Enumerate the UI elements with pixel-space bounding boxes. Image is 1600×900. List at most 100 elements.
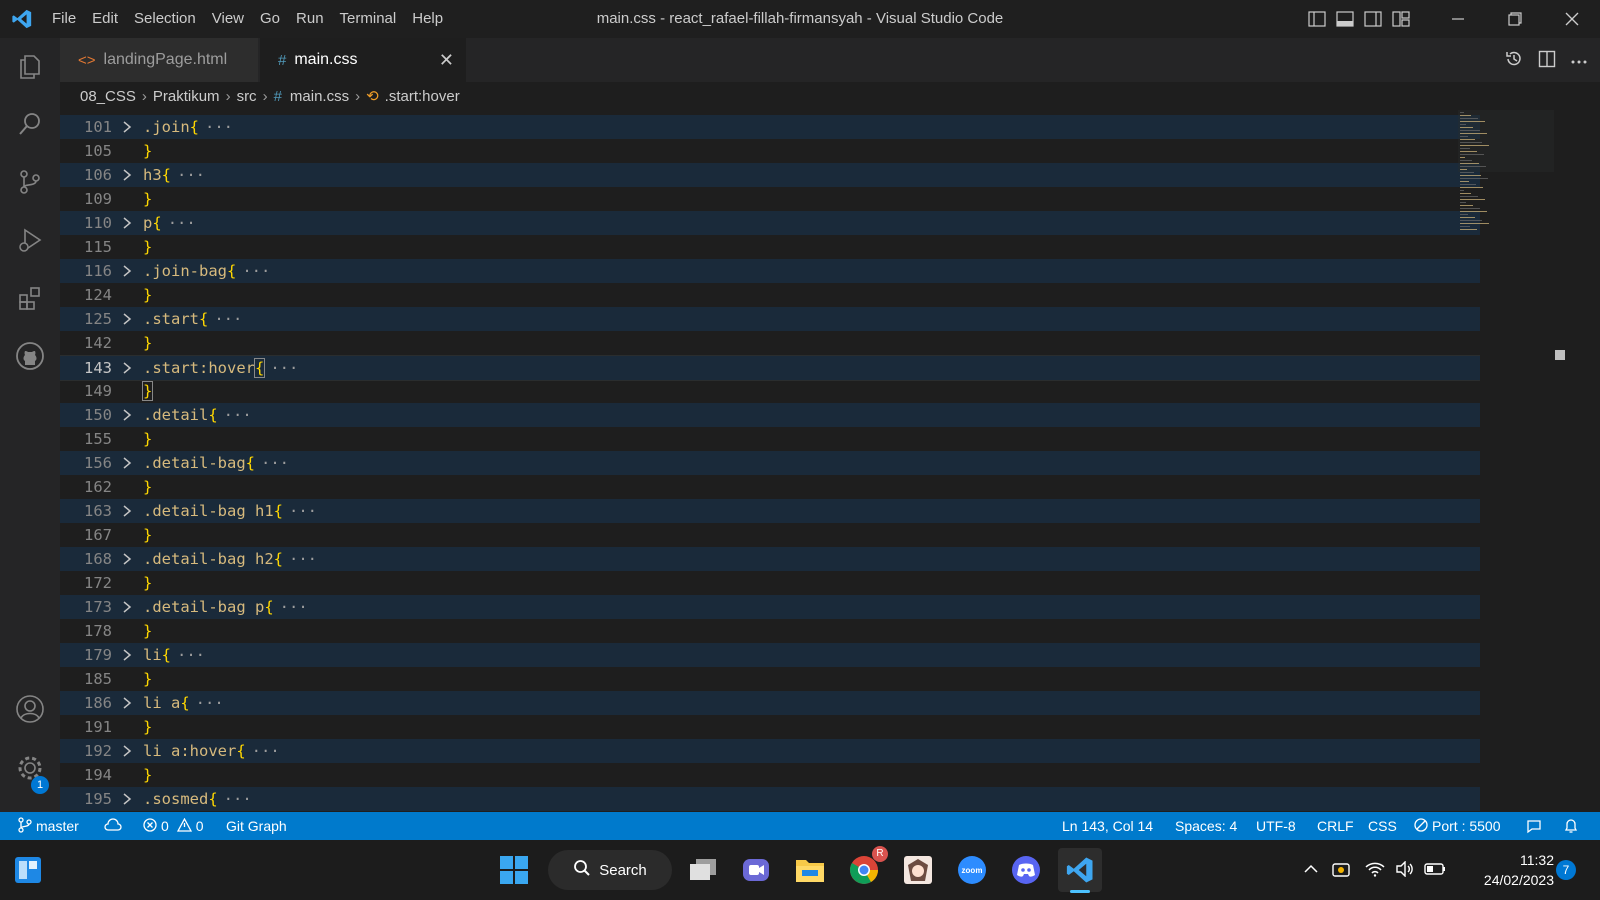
fold-chevron-right-icon[interactable]	[122, 547, 136, 571]
fold-chevron-right-icon[interactable]	[122, 115, 136, 139]
folded-code-line[interactable]: 106 h3{···	[60, 163, 1480, 187]
code-line[interactable]: 191}	[60, 715, 1480, 739]
fold-chevron-right-icon[interactable]	[122, 307, 136, 331]
folded-ellipsis[interactable]: ···	[224, 406, 252, 424]
folded-ellipsis[interactable]: ···	[196, 694, 224, 712]
code-line[interactable]: 194}	[60, 763, 1480, 787]
fold-chevron-right-icon[interactable]	[122, 163, 136, 187]
discord-icon[interactable]	[1004, 848, 1048, 892]
folded-code-line[interactable]: 179 li{···	[60, 643, 1480, 667]
fold-chevron-right-icon[interactable]	[122, 691, 136, 715]
open-changes-history-icon[interactable]	[1504, 49, 1524, 72]
folded-ellipsis[interactable]: ···	[177, 646, 205, 664]
folded-ellipsis[interactable]: ···	[270, 359, 298, 377]
chrome-icon[interactable]: R	[842, 846, 888, 892]
code-editor[interactable]: 101 .join{··· 105} 106 h3{··· 109} 110 p{··· 115…	[60, 110, 1600, 812]
folded-ellipsis[interactable]: ···	[242, 262, 270, 280]
git-graph-button[interactable]: Git Graph	[226, 812, 287, 840]
volume-icon[interactable]	[1394, 858, 1416, 880]
cursor-position[interactable]: Ln 143, Col 14	[1062, 812, 1153, 840]
folded-code-line[interactable]: 101 .join{···	[60, 115, 1480, 139]
code-line[interactable]: 155}	[60, 427, 1480, 451]
fold-chevron-right-icon[interactable]	[122, 211, 136, 235]
folded-ellipsis[interactable]: ···	[205, 118, 233, 136]
battery-icon[interactable]	[1424, 858, 1446, 880]
folded-code-line[interactable]: 125 .start{···	[60, 307, 1480, 331]
menu-run[interactable]: Run	[288, 0, 332, 38]
tab-main-css[interactable]: # main.css ✕	[260, 38, 466, 82]
more-actions-icon[interactable]	[1570, 52, 1588, 68]
folded-ellipsis[interactable]: ···	[224, 790, 252, 808]
fold-chevron-right-icon[interactable]	[122, 356, 136, 380]
run-debug-icon[interactable]	[0, 212, 60, 268]
restore-icon[interactable]	[1486, 0, 1543, 38]
sync-button[interactable]	[104, 812, 122, 840]
menu-file[interactable]: File	[44, 0, 84, 38]
folded-code-line[interactable]: 168 .detail-bag h2{···	[60, 547, 1480, 571]
code-line[interactable]: 115}	[60, 235, 1480, 259]
github-icon[interactable]	[0, 328, 60, 384]
folded-ellipsis[interactable]: ···	[289, 502, 317, 520]
manage-gear-icon[interactable]: 1	[0, 740, 60, 796]
menu-help[interactable]: Help	[404, 0, 451, 38]
teams-chat-icon[interactable]	[734, 848, 778, 892]
code-line[interactable]: 172}	[60, 571, 1480, 595]
folded-code-line[interactable]: 163 .detail-bag h1{···	[60, 499, 1480, 523]
wifi-icon[interactable]	[1364, 858, 1386, 880]
widgets-icon[interactable]	[6, 848, 50, 892]
folded-code-line[interactable]: 116 .join-bag{···	[60, 259, 1480, 283]
close-icon[interactable]	[1543, 0, 1600, 38]
code-line[interactable]: 178}	[60, 619, 1480, 643]
system-clock[interactable]: 11:32 24/02/2023	[1466, 850, 1554, 890]
menu-selection[interactable]: Selection	[126, 0, 204, 38]
code-line[interactable]: 167}	[60, 523, 1480, 547]
explorer-icon[interactable]	[0, 38, 60, 94]
folded-code-line[interactable]: 173 .detail-bag p{···	[60, 595, 1480, 619]
file-explorer-icon[interactable]	[788, 848, 832, 892]
code-line[interactable]: 149}	[60, 379, 1480, 403]
breadcrumb-folder-08-css[interactable]: 08_CSS	[80, 88, 136, 105]
folded-code-line[interactable]: 143 .start:hover{···	[60, 355, 1480, 381]
folded-ellipsis[interactable]: ···	[177, 166, 205, 184]
zoom-icon[interactable]: zoom	[950, 848, 994, 892]
folded-code-line[interactable]: 186 li a{···	[60, 691, 1480, 715]
accounts-icon[interactable]	[0, 681, 60, 737]
tab-landing-page-html[interactable]: <> landingPage.html	[60, 38, 258, 82]
code-line[interactable]: 162}	[60, 475, 1480, 499]
minimize-icon[interactable]	[1429, 0, 1486, 38]
fold-chevron-right-icon[interactable]	[122, 643, 136, 667]
customize-layout-icon[interactable]	[1387, 0, 1415, 38]
toggle-secondary-sidebar-icon[interactable]	[1359, 0, 1387, 38]
notifications-bell-icon[interactable]	[1564, 812, 1578, 840]
menu-view[interactable]: View	[204, 0, 252, 38]
taskbar-search-button[interactable]: Search	[548, 850, 672, 890]
folded-code-line[interactable]: 156 .detail-bag{···	[60, 451, 1480, 475]
menu-terminal[interactable]: Terminal	[332, 0, 405, 38]
indentation-button[interactable]: Spaces: 4	[1175, 812, 1237, 840]
problems-button[interactable]: 0 0	[143, 812, 204, 840]
notification-center-badge[interactable]: 7	[1556, 860, 1576, 880]
split-editor-icon[interactable]	[1538, 50, 1556, 71]
tab-close-icon[interactable]: ✕	[439, 50, 454, 71]
tray-app-icon[interactable]	[1330, 858, 1352, 880]
vertical-scrollbar[interactable]	[1554, 110, 1568, 812]
fold-chevron-right-icon[interactable]	[122, 451, 136, 475]
toggle-primary-sidebar-icon[interactable]	[1303, 0, 1331, 38]
fold-chevron-right-icon[interactable]	[122, 403, 136, 427]
anime-app-icon[interactable]	[896, 848, 940, 892]
folded-ellipsis[interactable]: ···	[252, 742, 280, 760]
live-server-button[interactable]: Port : 5500	[1414, 812, 1501, 840]
language-mode-button[interactable]: CSS	[1368, 812, 1397, 840]
show-hidden-icons-icon[interactable]	[1300, 858, 1322, 880]
folded-ellipsis[interactable]: ···	[214, 310, 242, 328]
toggle-panel-icon[interactable]	[1331, 0, 1359, 38]
breadcrumb-symbol-start-hover[interactable]: .start:hover	[385, 88, 460, 105]
code-line[interactable]: 109}	[60, 187, 1480, 211]
extensions-icon[interactable]	[0, 270, 60, 326]
source-control-icon[interactable]	[0, 154, 60, 210]
folded-code-line[interactable]: 195 .sosmed{···	[60, 787, 1480, 811]
eol-button[interactable]: CRLF	[1317, 812, 1354, 840]
breadcrumb-folder-praktikum[interactable]: Praktikum	[153, 88, 220, 105]
menu-edit[interactable]: Edit	[84, 0, 126, 38]
folded-ellipsis[interactable]: ···	[261, 454, 289, 472]
